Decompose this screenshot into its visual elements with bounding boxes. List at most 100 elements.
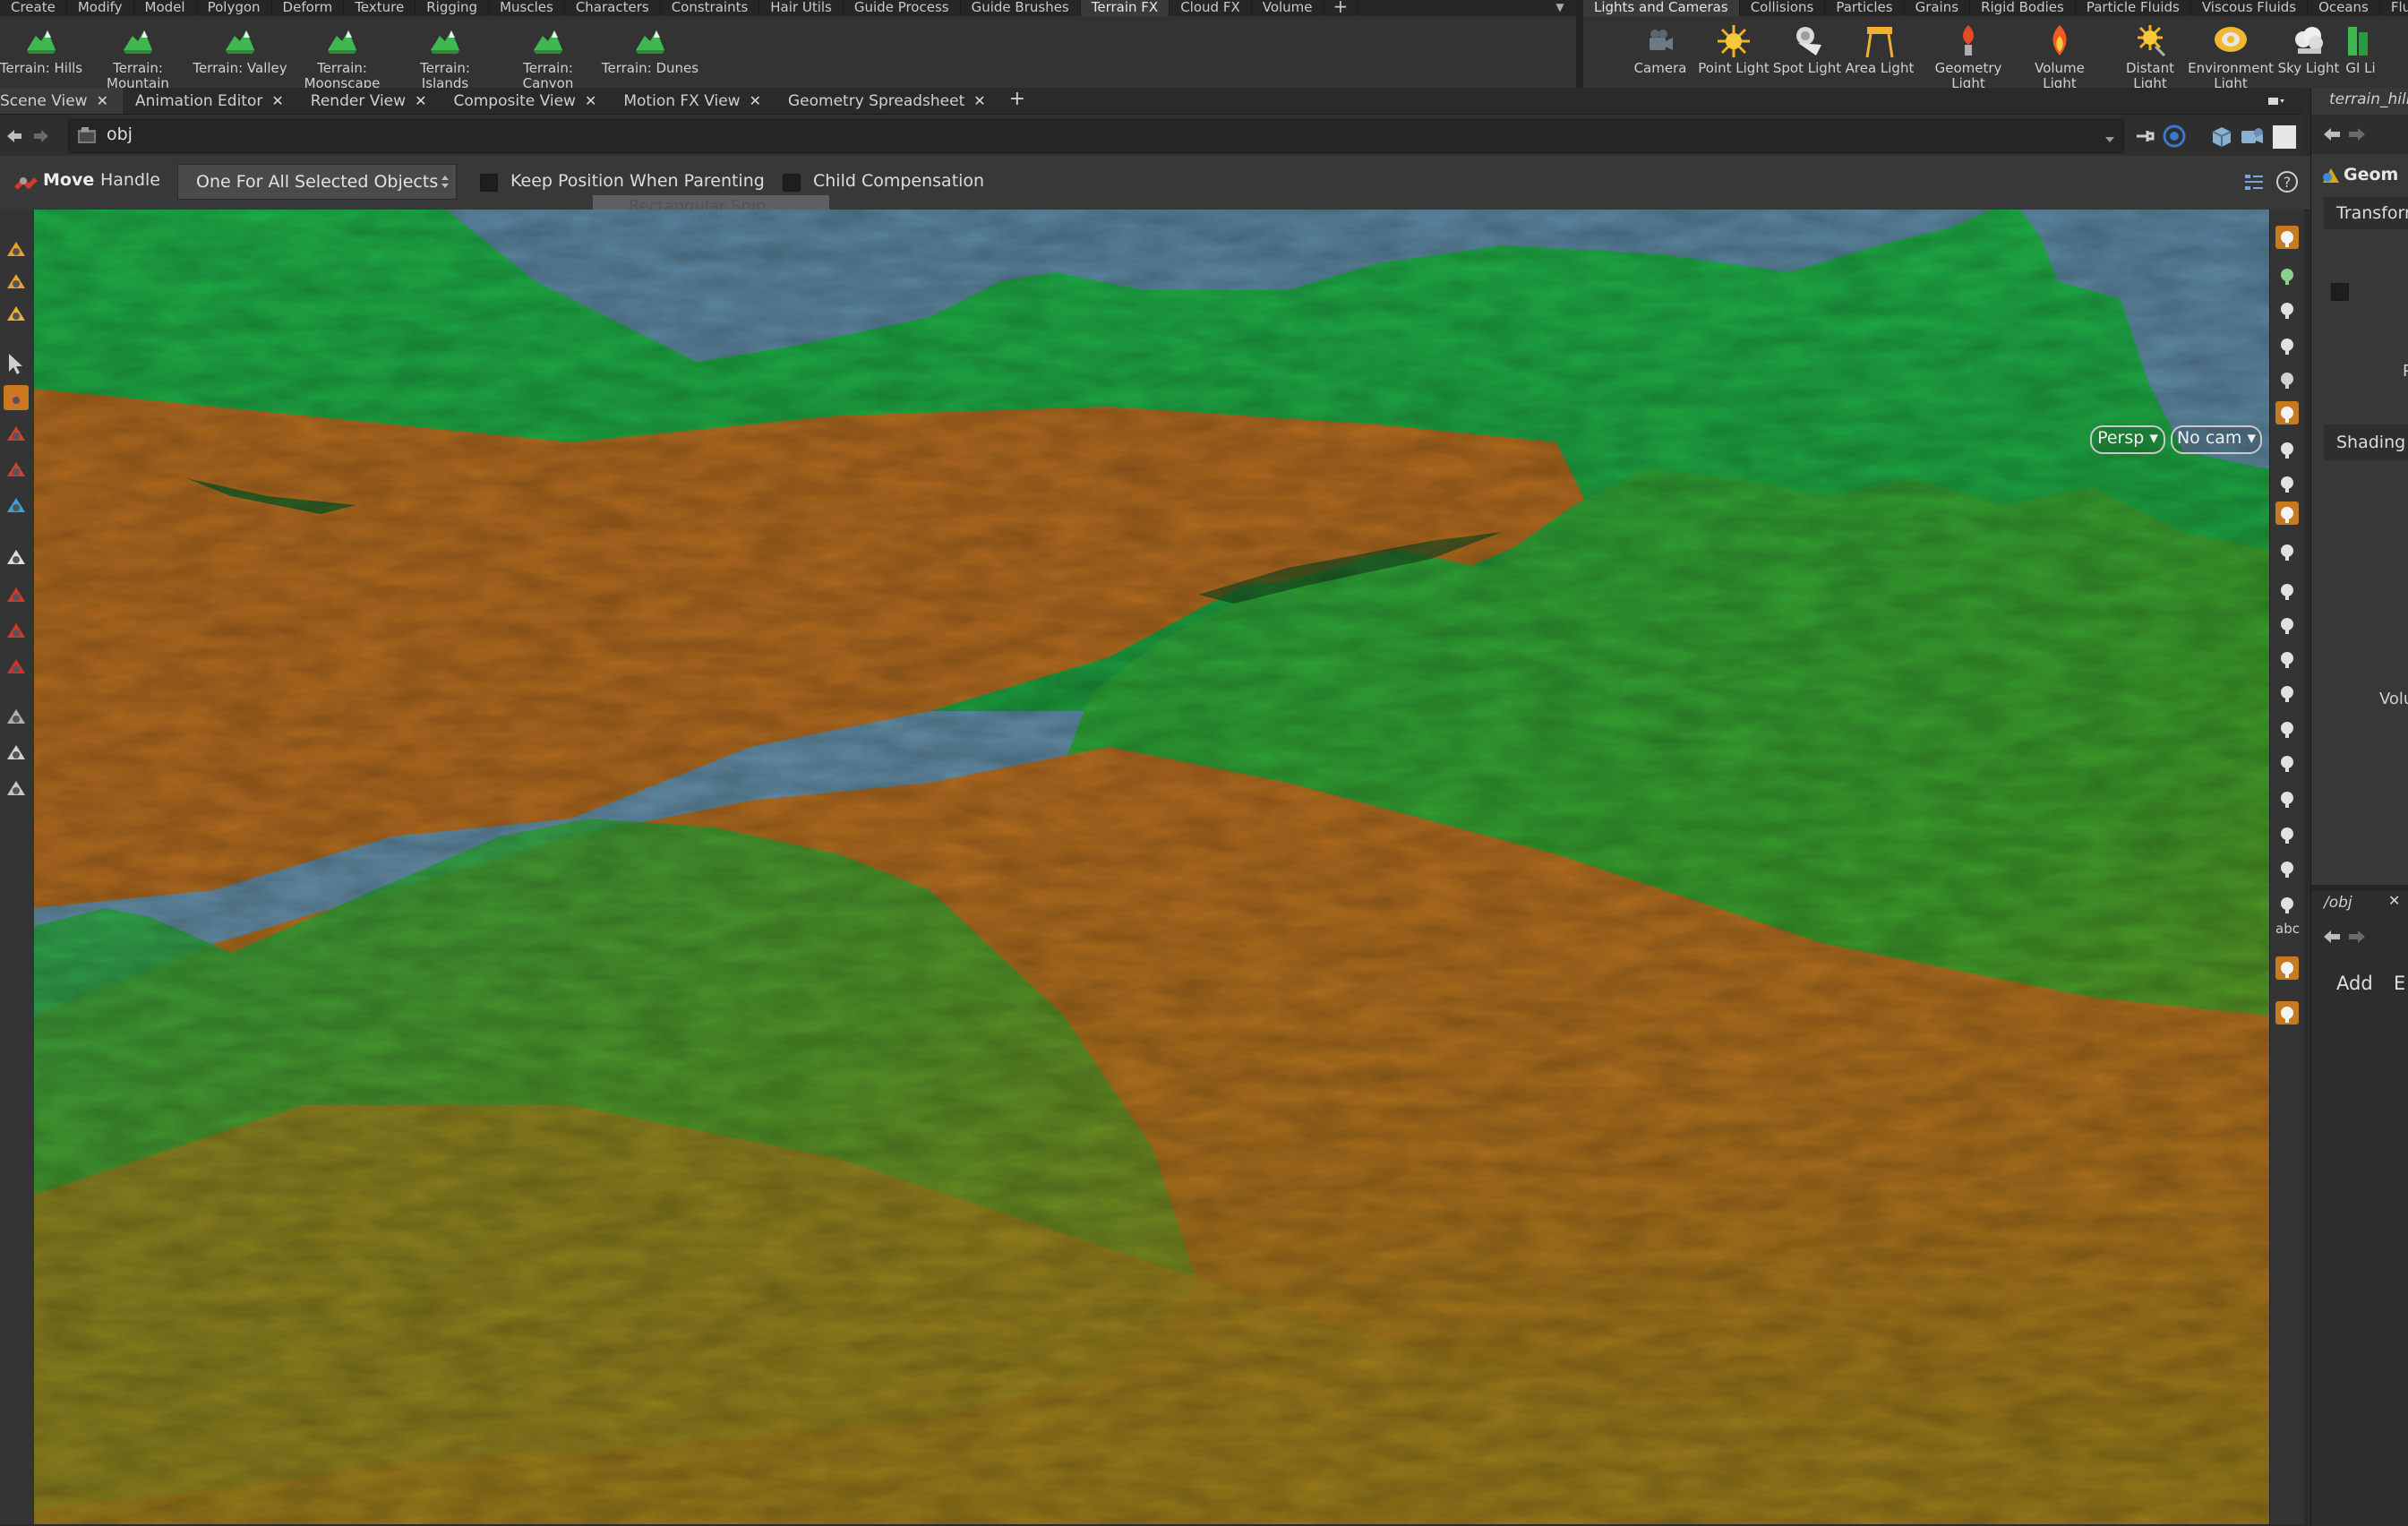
camera-view-icon[interactable]	[2239, 124, 2266, 150]
close-tab-icon[interactable]: ✕	[585, 89, 596, 114]
remove-icon[interactable]	[2275, 333, 2299, 356]
shading-tab[interactable]: Shading	[2324, 424, 2408, 460]
close-tab-icon[interactable]: ✕	[750, 89, 761, 114]
shelf-tab-texture[interactable]: Texture	[344, 0, 416, 16]
layers-icon[interactable]	[2275, 892, 2299, 915]
flipbook-icon[interactable]	[2275, 1001, 2299, 1024]
close-tab-icon[interactable]: ✕	[97, 89, 108, 114]
normal-icon[interactable]	[2275, 613, 2299, 636]
tool-terrain-hills[interactable]: Terrain: Hills	[0, 23, 90, 76]
tool-terrain-canyon[interactable]: Terrain: Canyon	[499, 23, 597, 91]
tool-environment-light[interactable]: Environment Light	[2188, 23, 2274, 91]
headlight-icon[interactable]	[2275, 471, 2299, 494]
shelf-tab-lights-and-cameras[interactable]: Lights and Cameras	[1583, 0, 1740, 16]
select-object-icon[interactable]	[4, 236, 29, 261]
tool-terrain-dunes[interactable]: Terrain: Dunes	[601, 23, 699, 76]
point-icon[interactable]	[2275, 579, 2299, 602]
brush-icon[interactable]	[4, 618, 29, 643]
transform-checkbox[interactable]	[2331, 283, 2349, 301]
maximize-pane-icon[interactable]	[2273, 125, 2296, 149]
tool-volume-light[interactable]: Volume Light	[2017, 23, 2103, 91]
pencil-icon[interactable]	[2275, 647, 2299, 670]
tool-terrain-moonscape[interactable]: Terrain: Moonscape	[293, 23, 391, 91]
shelf-tab-volume[interactable]: Volume	[1252, 0, 1324, 16]
pane-menu-icon[interactable]	[2267, 94, 2285, 107]
close-tab-icon[interactable]: ✕	[271, 89, 283, 114]
camera-select-menu[interactable]: No cam ▾	[2171, 425, 2262, 454]
shelf-tab-guide-brushes[interactable]: Guide Brushes	[961, 0, 1081, 16]
pane-tab-motion-fx-view[interactable]: Motion FX View ✕	[611, 88, 776, 114]
tool-terrain-mountain[interactable]: Terrain: Mountain	[89, 23, 187, 91]
scene-viewport[interactable]: Persp ▾ No cam ▾	[34, 210, 2269, 1524]
shelf-tab-particles[interactable]: Particles	[1825, 0, 1905, 16]
persp-camera-menu[interactable]: Persp ▾	[2090, 425, 2165, 454]
background-image-icon[interactable]	[2275, 956, 2299, 980]
display-options-icon[interactable]	[2242, 170, 2266, 193]
link-target-icon[interactable]	[2162, 124, 2187, 149]
help-icon[interactable]: ?	[2275, 169, 2300, 194]
shelf-tab-particle-fluids[interactable]: Particle Fluids	[2076, 0, 2191, 16]
pane-tab-composite-view[interactable]: Composite View ✕	[441, 88, 611, 114]
display-options-icon[interactable]	[2275, 226, 2299, 249]
handle-label[interactable]: Handle	[100, 170, 160, 190]
close-tab-icon[interactable]: ✕	[415, 89, 426, 114]
back-arrow-icon[interactable]	[4, 125, 25, 147]
network-pane-tab[interactable]: /obj	[2324, 894, 2352, 912]
add-shelf-tab-icon[interactable]: +	[1324, 0, 1358, 16]
child-compensation-checkbox[interactable]	[783, 174, 801, 192]
tool-geometry-light[interactable]: Geometry Light	[1925, 23, 2011, 91]
camera-snapshot-icon[interactable]	[2275, 502, 2299, 525]
pick-icon[interactable]	[2275, 856, 2299, 879]
shelf-tab-viscous-fluids[interactable]: Viscous Fluids	[2191, 0, 2309, 16]
keep-position-checkbox[interactable]	[480, 174, 498, 192]
tool-area-light[interactable]: Area Light	[1837, 23, 1923, 76]
light-bulb-icon[interactable]	[2275, 401, 2299, 424]
shelf-tab-oceans[interactable]: Oceans	[2308, 0, 2380, 16]
scale-handle-icon[interactable]	[4, 457, 29, 482]
render-region-icon[interactable]	[4, 740, 29, 765]
shelf-tab-cloud-fx[interactable]: Cloud FX	[1170, 0, 1252, 16]
render-region-preview-icon[interactable]	[4, 776, 29, 801]
select-edges-icon[interactable]	[4, 301, 29, 326]
shelf-menu-arrow-icon[interactable]: ▼	[1549, 0, 1571, 16]
shelf-tab-characters[interactable]: Characters	[565, 0, 661, 16]
pane-tab-geometry-spreadsheet[interactable]: Geometry Spreadsheet ✕	[776, 88, 1000, 114]
network-forward-icon[interactable]	[2347, 928, 2367, 946]
pointer-select-icon[interactable]	[4, 351, 29, 376]
tool-terrain-islands[interactable]: Terrain: Islands	[396, 23, 494, 91]
pin-icon[interactable]	[2133, 124, 2158, 149]
shelf-tab-model[interactable]: Model	[134, 0, 197, 16]
wireframe-shaded-icon[interactable]	[2275, 263, 2299, 287]
pose-tool-icon[interactable]	[4, 493, 29, 518]
transform-tab[interactable]: Transform	[2324, 197, 2408, 229]
shelf-tab-grains[interactable]: Grains	[1905, 0, 1971, 16]
shelf-tab-fluid[interactable]: Fluid	[2380, 0, 2408, 16]
transform-mode-select[interactable]: One For All Selected Objects	[177, 164, 457, 200]
shelf-tab-polygon[interactable]: Polygon	[197, 0, 272, 16]
cube-view-icon[interactable]	[2208, 124, 2235, 150]
rotate-handle-icon[interactable]	[4, 421, 29, 446]
shelf-divider[interactable]	[1576, 0, 1583, 88]
magnet-red-icon[interactable]	[4, 654, 29, 679]
shelf-tab-deform[interactable]: Deform	[272, 0, 345, 16]
scatter-icon[interactable]	[2275, 822, 2299, 845]
texture-icon[interactable]	[2275, 539, 2299, 562]
view-tool-icon[interactable]	[4, 704, 29, 729]
abc-label[interactable]: abc	[2275, 921, 2300, 937]
pane-tab-animation-editor[interactable]: Animation Editor ✕	[123, 88, 298, 114]
tool-distant-light[interactable]: Distant Light	[2107, 23, 2193, 91]
network-path-field[interactable]: obj	[68, 119, 2124, 153]
lock-camera-icon[interactable]	[2275, 297, 2299, 321]
shelf-tab-collisions[interactable]: Collisions	[1740, 0, 1826, 16]
network-back-icon[interactable]	[2322, 928, 2342, 946]
select-points-icon[interactable]	[4, 269, 29, 294]
uv-icon[interactable]	[2275, 786, 2299, 810]
numbers-alt-icon[interactable]	[2275, 750, 2299, 774]
light-bulb-outline-icon[interactable]	[2275, 437, 2299, 460]
shelf-tab-rigid-bodies[interactable]: Rigid Bodies	[1970, 0, 2076, 16]
shelf-tab-rigging[interactable]: Rigging	[416, 0, 490, 16]
pane-tab-render-view[interactable]: Render View ✕	[298, 88, 441, 114]
shelf-tab-terrain-fx[interactable]: Terrain FX	[1080, 0, 1170, 16]
numbers-icon[interactable]	[2275, 681, 2299, 704]
close-tab-icon[interactable]: ✕	[973, 89, 985, 114]
